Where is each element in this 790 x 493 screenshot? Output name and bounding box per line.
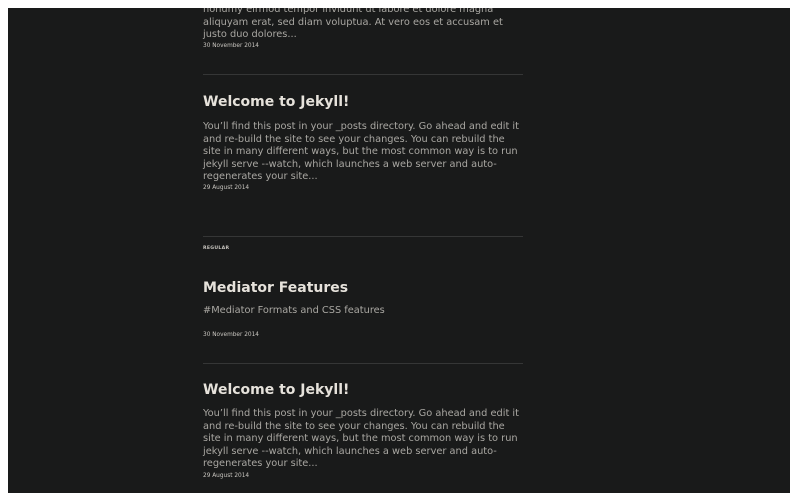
post-title-link[interactable]: Welcome to Jekyll! [203,381,523,399]
post-date: 30 November 2014 [203,43,259,49]
post-divider [203,363,523,364]
post-date: 29 August 2014 [203,185,250,191]
post-date: 29 August 2014 [203,473,250,479]
post-excerpt: #Mediator Formats and CSS features [203,305,385,316]
post-excerpt: nonumy eirmod tempor invidunt ut labore … [203,8,503,40]
post-divider [203,74,523,75]
post-title-link[interactable]: Mediator Features [203,279,523,297]
post-title-link[interactable]: Welcome to Jekyll! [203,93,523,111]
section-label: REGULAR [203,246,230,251]
page-background: nonumy eirmod tempor invidunt ut labore … [8,8,790,493]
post-date: 30 November 2014 [203,332,259,338]
post-excerpt: You’ll find this post in your _posts dir… [203,121,519,182]
post-excerpt: You’ll find this post in your _posts dir… [203,408,519,469]
section-divider [203,236,523,237]
